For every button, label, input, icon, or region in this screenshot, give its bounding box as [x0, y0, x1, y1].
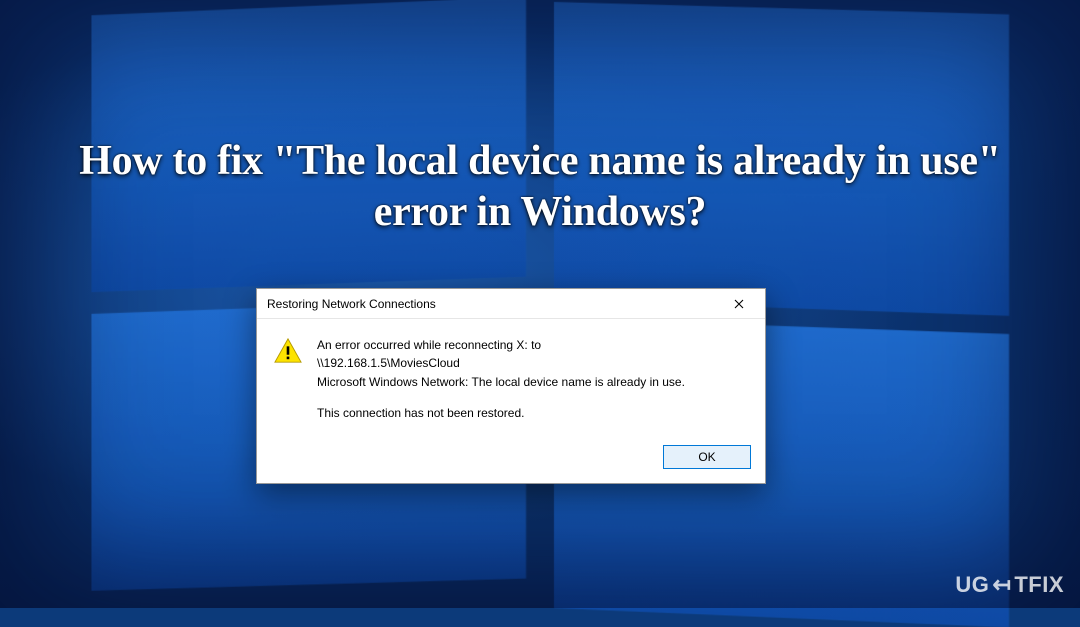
dialog-titlebar[interactable]: Restoring Network Connections: [257, 289, 765, 319]
close-icon: [734, 299, 744, 309]
dialog-message: An error occurred while reconnecting X: …: [317, 337, 745, 423]
dialog-button-bar: OK: [257, 435, 765, 483]
error-line-1: An error occurred while reconnecting X: …: [317, 337, 745, 354]
error-detail: Microsoft Windows Network: The local dev…: [317, 374, 745, 391]
watermark-pre: UG: [955, 572, 989, 598]
error-path: \\192.168.1.5\MoviesCloud: [317, 355, 745, 372]
article-headline: How to fix "The local device name is alr…: [60, 136, 1020, 238]
error-dialog: Restoring Network Connections An error o…: [256, 288, 766, 484]
site-watermark: UG↦TFIX: [955, 572, 1064, 598]
watermark-post: TFIX: [1014, 572, 1064, 598]
ok-button[interactable]: OK: [663, 445, 751, 469]
warning-icon: [273, 337, 303, 368]
dialog-body: An error occurred while reconnecting X: …: [257, 319, 765, 435]
close-button[interactable]: [717, 290, 761, 318]
dialog-title: Restoring Network Connections: [267, 297, 436, 311]
arrow-icon: ↦: [992, 572, 1011, 598]
error-status: This connection has not been restored.: [317, 405, 745, 422]
